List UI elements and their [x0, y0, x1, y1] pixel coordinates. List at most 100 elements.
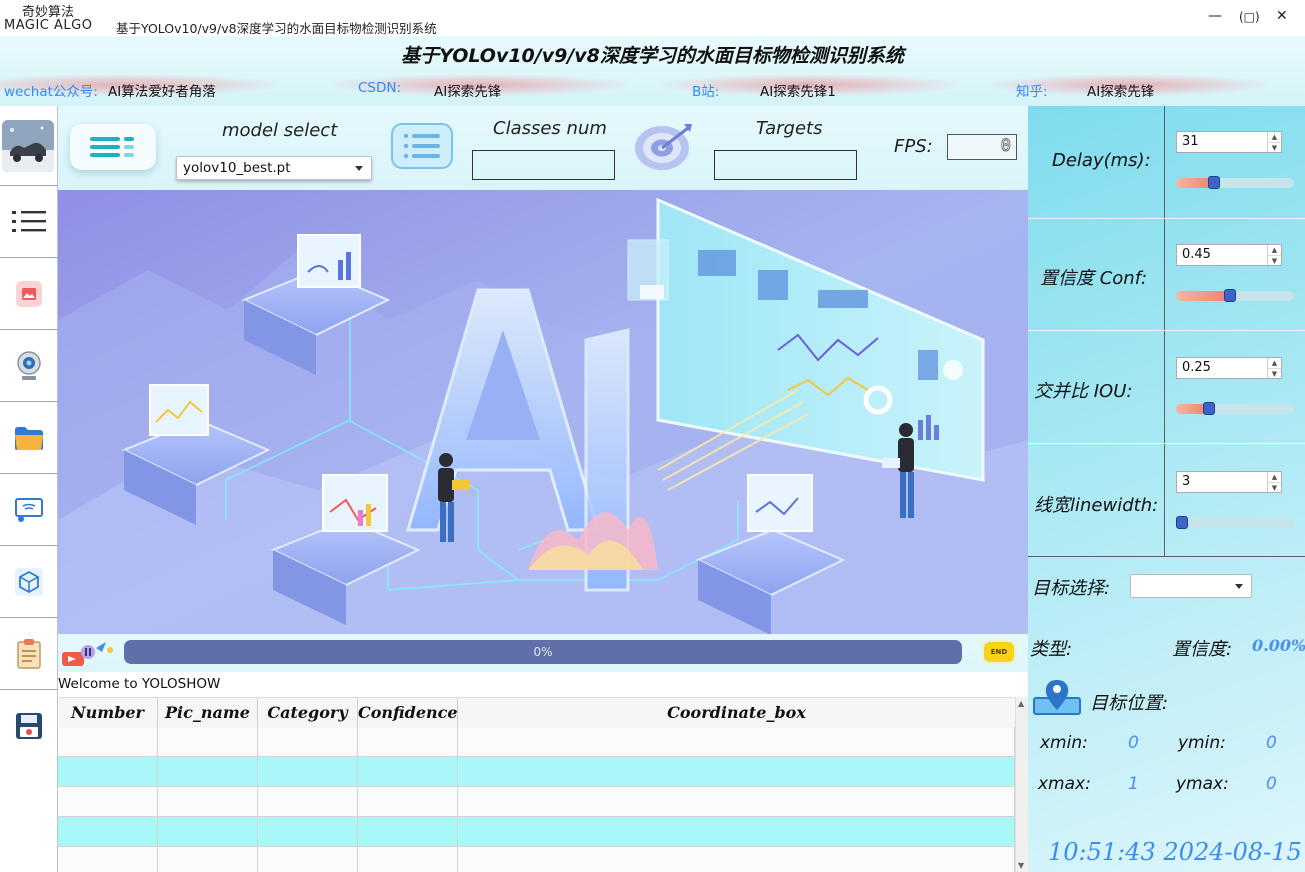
sidebar-item-report[interactable] — [0, 618, 58, 690]
settings-panel: Delay(ms): 31 ▲ ▼ 置信度 Conf: 0.45 ▲ ▼ 交并比… — [1028, 106, 1305, 872]
model-selected-value: yolov10_best.pt — [183, 160, 291, 176]
spin-down-icon[interactable]: ▼ — [1267, 482, 1281, 492]
table-cell — [158, 757, 258, 787]
image-icon — [14, 279, 44, 309]
spin-up-icon[interactable]: ▲ — [1267, 358, 1281, 368]
linewidth-spinbox[interactable]: 3 ▲ ▼ — [1176, 471, 1282, 493]
sidebar-item-screen-cast[interactable] — [0, 474, 58, 546]
table-cell — [158, 787, 258, 817]
menu-toggle-button[interactable] — [70, 124, 156, 170]
xmax-label: xmax: — [1038, 774, 1091, 794]
iou-spinbox[interactable]: 0.25 ▲ ▼ — [1176, 357, 1282, 379]
table-cell — [358, 727, 458, 757]
table-cell — [258, 847, 358, 872]
bilibili-label: B站: — [692, 84, 720, 100]
zhihu-label: 知乎: — [1016, 84, 1048, 100]
sidebar-item-folder[interactable] — [0, 402, 58, 474]
slider-handle[interactable] — [1208, 176, 1220, 189]
column-header-pic-name[interactable]: Pic_name — [158, 698, 258, 728]
targets-label: Targets — [756, 118, 823, 139]
spin-up-icon[interactable]: ▲ — [1267, 472, 1281, 482]
sidebar-item-save[interactable] — [0, 690, 58, 762]
spin-up-icon[interactable]: ▲ — [1267, 132, 1281, 142]
table-row[interactable] — [58, 757, 1015, 787]
iou-label: 交并比 IOU: — [1034, 381, 1133, 402]
ymax-value: 0 — [1266, 774, 1277, 794]
scroll-down-icon[interactable]: ▼ — [1018, 861, 1024, 870]
target-select-dropdown[interactable] — [1130, 574, 1252, 598]
fps-label: FPS: — [894, 136, 933, 157]
scroll-up-icon[interactable]: ▲ — [1018, 699, 1024, 708]
conf-spinbox[interactable]: 0.45 ▲ ▼ — [1176, 244, 1282, 266]
table-cell — [458, 847, 1015, 872]
spin-down-icon[interactable]: ▼ — [1267, 368, 1281, 378]
column-header-category[interactable]: Category — [258, 698, 358, 728]
list-icon — [90, 135, 136, 163]
column-header-coordinate-box[interactable]: Coordinate_box — [458, 698, 1015, 728]
column-header-number[interactable]: Number — [58, 698, 158, 728]
chevron-down-icon — [1235, 584, 1243, 589]
table-scrollbar[interactable]: ▲ ▼ — [1015, 697, 1028, 872]
xmin-label: xmin: — [1040, 733, 1088, 753]
table-cell — [458, 787, 1015, 817]
stop-button-label: END — [990, 648, 1008, 656]
table-cell — [258, 757, 358, 787]
target-select-label: 目标选择: — [1032, 578, 1111, 599]
sidebar-item-model[interactable] — [0, 546, 58, 618]
table-row[interactable] — [58, 847, 1015, 872]
restore-button[interactable]: (□) — [1239, 10, 1260, 24]
table-row[interactable] — [58, 817, 1015, 847]
table-row[interactable] — [58, 787, 1015, 817]
model-select-dropdown[interactable]: yolov10_best.pt — [176, 156, 372, 180]
fps-value: 0 — [1000, 136, 1011, 157]
clipboard-icon — [15, 638, 43, 670]
stop-button[interactable]: END — [984, 642, 1014, 662]
table-cell — [458, 727, 1015, 757]
table-cell — [58, 727, 158, 757]
sidebar-item-avatar[interactable] — [0, 106, 58, 186]
type-label: 类型: — [1030, 639, 1073, 660]
delay-slider[interactable] — [1176, 176, 1294, 189]
linewidth-slider[interactable] — [1176, 516, 1294, 529]
ymin-value: 0 — [1266, 733, 1277, 753]
slider-handle[interactable] — [1224, 289, 1236, 302]
folder-icon — [13, 424, 45, 452]
target-icon — [632, 120, 700, 176]
sidebar-item-menu[interactable] — [0, 186, 58, 258]
close-button[interactable]: ✕ — [1276, 8, 1288, 24]
top-controls: model select yolov10_best.pt Classes num… — [58, 106, 1028, 190]
sidebar-item-webcam[interactable] — [0, 330, 58, 402]
table-row[interactable] — [58, 727, 1015, 757]
conf-slider[interactable] — [1176, 289, 1294, 302]
brand-english: MAGIC ALGO — [4, 18, 93, 33]
slider-handle[interactable] — [1176, 516, 1188, 529]
csdn-label: CSDN: — [358, 80, 402, 96]
column-header-confidence[interactable]: Confidence — [358, 698, 458, 728]
slider-handle[interactable] — [1203, 402, 1215, 415]
play-pause-icon[interactable] — [62, 638, 118, 672]
conf-value: 0.45 — [1182, 247, 1211, 262]
table-cell — [358, 817, 458, 847]
delay-label: Delay(ms): — [1052, 150, 1151, 171]
avatar — [2, 120, 54, 172]
table-cell — [258, 727, 358, 757]
delay-spinbox[interactable]: 31 ▲ ▼ — [1176, 131, 1282, 153]
xmin-value: 0 — [1128, 733, 1139, 753]
sidebar-item-image[interactable] — [0, 258, 58, 330]
location-pin-icon — [1032, 678, 1082, 722]
minimize-button[interactable]: — — [1208, 8, 1222, 24]
result-conf-value: 0.00% — [1252, 636, 1305, 655]
table-cell — [158, 727, 258, 757]
classes-num-display — [472, 150, 615, 180]
app-header: 基于YOLOv10/v9/v8深度学习的水面目标物检测识别系统 wechat公众… — [0, 36, 1305, 106]
spin-up-icon[interactable]: ▲ — [1267, 245, 1281, 255]
iou-slider[interactable] — [1176, 402, 1294, 415]
sidebar — [0, 106, 58, 872]
iou-value: 0.25 — [1182, 360, 1211, 375]
progress-bar: 0% — [124, 640, 962, 664]
spin-down-icon[interactable]: ▼ — [1267, 142, 1281, 152]
table-cell — [358, 787, 458, 817]
spin-down-icon[interactable]: ▼ — [1267, 255, 1281, 265]
wechat-label: wechat公众号: — [4, 84, 98, 100]
progress-text: 0% — [533, 645, 553, 659]
